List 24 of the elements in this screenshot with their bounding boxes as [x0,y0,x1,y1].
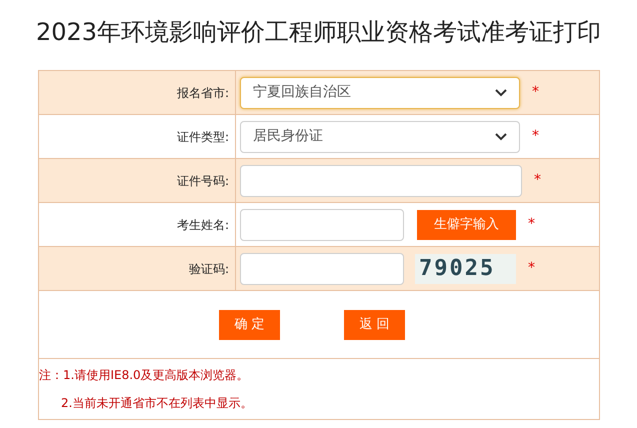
required-mark: * [532,83,539,102]
input-field[interactable] [240,252,404,284]
back-button[interactable]: 返 回 [344,310,405,340]
chevron-down-icon [495,132,507,140]
field-label: 证件号码: [176,172,229,190]
field-label: 报名省市: [176,84,229,102]
note-text: 2.当前未开通省市不在列表中显示。 [60,395,254,412]
confirm-button[interactable]: 确 定 [219,310,280,340]
required-mark: * [528,259,535,278]
field-label: 考生姓名: [176,216,229,234]
dropdown[interactable]: 宁夏回族自治区 [240,76,520,108]
dropdown[interactable]: 居民身份证 [240,120,520,152]
field-label: 证件类型: [176,128,229,146]
required-mark: * [534,171,541,190]
page-title: 2023年环境影响评价工程师职业资格考试准考证打印 [34,17,602,48]
required-mark: * [532,127,539,146]
input-field[interactable] [240,164,522,196]
field-label: 验证码: [188,260,229,278]
captcha-image: 79025 [415,254,516,284]
rare-character-button[interactable]: 生僻字输入 [417,210,516,240]
note-text: 注：1.请使用IE8.0及更高版本浏览器。 [39,367,250,384]
chevron-down-icon [495,88,507,96]
required-mark: * [528,215,535,234]
input-field[interactable] [240,208,404,240]
